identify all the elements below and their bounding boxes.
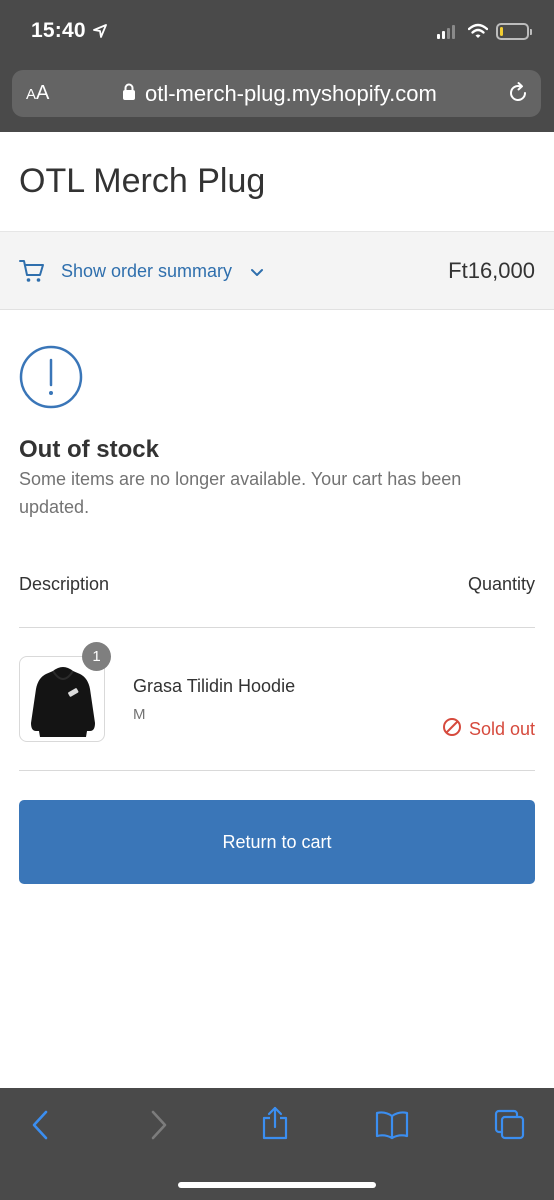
location-arrow-icon [93, 24, 107, 43]
text-size-button[interactable]: AA [26, 82, 49, 106]
product-name: Grasa Tilidin Hoodie [133, 676, 296, 696]
cellular-signal-icon [437, 25, 455, 39]
shop-name[interactable]: OTL Merch Plug [19, 162, 265, 201]
chevron-down-icon [250, 265, 264, 283]
notice-message: Some items are no longer available. Your… [19, 469, 462, 517]
column-header-description: Description [19, 574, 110, 594]
status-time: 15:40 [31, 19, 86, 42]
home-indicator [178, 1182, 376, 1188]
shop-header: OTL Merch Plug [0, 132, 554, 232]
share-icon[interactable] [260, 1105, 290, 1146]
quantity-badge: 1 [82, 642, 111, 671]
order-summary-toggle[interactable]: Show order summary Ft16,000 [0, 232, 554, 310]
stock-status-label: Sold out [468, 719, 535, 739]
order-summary-label[interactable]: Show order summary [61, 261, 232, 282]
address-bar[interactable]: AA otl-merch-plug.myshopify.com [12, 70, 541, 117]
wifi-icon [467, 23, 489, 44]
table-divider [19, 627, 535, 628]
lock-icon [122, 83, 136, 106]
notice-title: Out of stock [19, 436, 160, 463]
product-variant: M [133, 706, 146, 723]
stock-status: Sold out [442, 717, 535, 742]
back-icon[interactable] [28, 1108, 52, 1147]
tabs-icon[interactable] [494, 1109, 526, 1146]
exclamation-circle-icon [19, 345, 83, 409]
battery-icon [496, 23, 532, 40]
bookmarks-icon[interactable] [375, 1110, 409, 1145]
return-to-cart-button[interactable]: Return to cart [19, 800, 535, 884]
browser-chrome-top: 15:40 AA otl-merch-plug.myshopify.com [0, 0, 554, 132]
reload-icon[interactable] [506, 81, 530, 110]
table-divider [19, 770, 535, 771]
url-text[interactable]: otl-merch-plug.myshopify.com [145, 81, 437, 107]
forward-icon[interactable] [147, 1108, 171, 1147]
column-header-quantity: Quantity [467, 574, 535, 594]
cart-icon [19, 258, 45, 289]
order-total: Ft16,000 [448, 258, 535, 283]
prohibited-icon [442, 717, 462, 742]
